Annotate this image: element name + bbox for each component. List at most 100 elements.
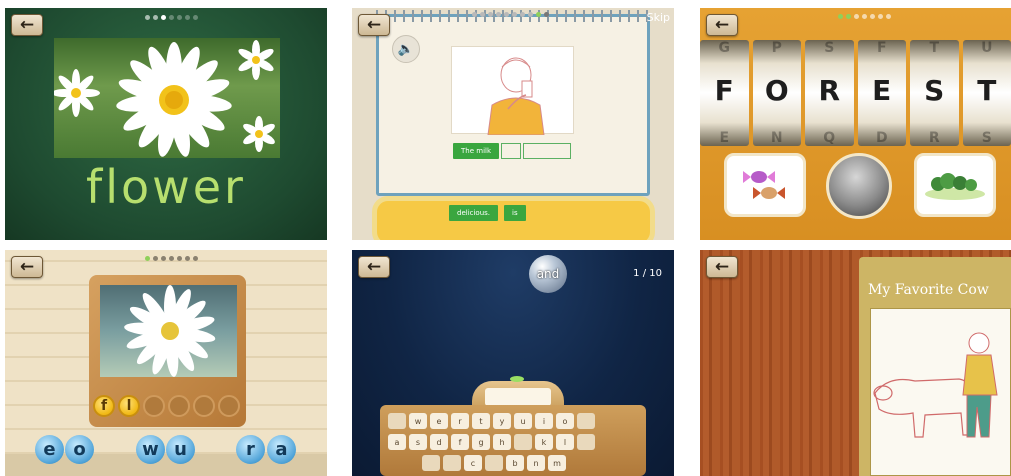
key[interactable]: u	[514, 413, 532, 429]
back-button[interactable]: ←	[358, 14, 390, 36]
page-dot	[480, 12, 485, 17]
page-dot	[193, 256, 198, 261]
letter-reel[interactable]: P O N	[752, 40, 801, 146]
letter-tile[interactable]: u	[166, 435, 195, 464]
keyboard-row: c v b n m	[422, 455, 566, 471]
key[interactable]: j	[514, 434, 532, 450]
letter-slot-empty[interactable]	[143, 395, 165, 417]
key[interactable]: o	[556, 413, 574, 429]
book-page	[870, 308, 1011, 476]
page-dot	[512, 12, 517, 17]
key[interactable]	[577, 434, 595, 450]
tray-word-chip[interactable]: is	[504, 205, 526, 221]
reel-letter-above: T	[929, 40, 940, 56]
key[interactable]: f	[451, 434, 469, 450]
key[interactable]: t	[472, 413, 490, 429]
back-button[interactable]: ←	[358, 256, 390, 278]
key[interactable]: g	[472, 434, 490, 450]
page-dot	[488, 12, 493, 17]
blank-slot[interactable]	[523, 143, 572, 159]
page-dot	[838, 14, 843, 19]
letter-slot-empty[interactable]	[168, 395, 190, 417]
key[interactable]: m	[548, 455, 566, 471]
key[interactable]: q	[388, 413, 406, 429]
tray-word-chip[interactable]: delicious.	[449, 205, 499, 221]
key[interactable]: r	[451, 413, 469, 429]
letter-tile[interactable]: w	[136, 435, 165, 464]
skip-button[interactable]: Skip	[647, 11, 670, 24]
reel-letter-below: D	[875, 130, 888, 146]
speaker-icon[interactable]: 🔈	[392, 35, 420, 63]
spelling-panel: ← f l e o w u r a	[5, 250, 327, 476]
page-dot	[854, 14, 859, 19]
blank-slot[interactable]	[501, 143, 522, 159]
flashcard-word: flower	[86, 160, 246, 214]
key[interactable]: k	[535, 434, 553, 450]
letter-reel[interactable]: T S R	[910, 40, 959, 146]
letter-slot-filled[interactable]: f	[93, 395, 115, 417]
letter-reel[interactable]: U T S	[962, 40, 1011, 146]
reel-letter-below: Q	[823, 130, 836, 146]
letter-slot-filled[interactable]: l	[118, 395, 140, 417]
letter-tile[interactable]: e	[35, 435, 64, 464]
letter-tile[interactable]: a	[267, 435, 296, 464]
key[interactable]: i	[535, 413, 553, 429]
page-dots	[145, 15, 198, 20]
back-button[interactable]: ←	[11, 256, 43, 278]
key[interactable]: p	[577, 413, 595, 429]
reel-letter: T	[977, 74, 997, 107]
key[interactable]: v	[485, 455, 503, 471]
back-button[interactable]: ←	[706, 256, 738, 278]
letter-slots: f l	[93, 395, 240, 417]
back-button[interactable]: ←	[11, 14, 43, 36]
key[interactable]: d	[430, 434, 448, 450]
page-dots	[145, 256, 198, 261]
reel-letter-above: F	[876, 40, 887, 56]
candy-icon	[743, 171, 785, 199]
page-dot	[145, 15, 150, 20]
reel-letter: F	[714, 74, 734, 107]
key[interactable]: n	[527, 455, 545, 471]
page-dot	[169, 256, 174, 261]
letter-reels: G F E P O N S R Q F E D T S R U T S	[700, 40, 1011, 146]
letter-tile[interactable]: r	[236, 435, 265, 464]
candy-choice-button[interactable]	[724, 153, 806, 217]
page-dot-current	[846, 14, 851, 19]
key[interactable]	[422, 455, 440, 471]
key[interactable]: s	[409, 434, 427, 450]
letter-reel-panel: ← G F E P O N S R Q F E D T S R U T S	[700, 8, 1011, 240]
key[interactable]: y	[493, 413, 511, 429]
sentence-word-chip[interactable]: The milk	[453, 143, 500, 159]
word-bubble[interactable]: and	[529, 255, 567, 293]
letter-reel[interactable]: S R Q	[805, 40, 854, 146]
letter-tile[interactable]: o	[65, 435, 94, 464]
letter-reel[interactable]: G F E	[700, 40, 749, 146]
page-dots	[472, 12, 549, 17]
tray-words: delicious. is	[449, 205, 526, 221]
page-dot	[886, 14, 891, 19]
reel-letter-above: P	[771, 40, 782, 56]
keyboard-panel: ← and 1 / 10 q w e r t y u i o p a s d f…	[352, 250, 674, 476]
page-dot	[169, 15, 174, 20]
key[interactable]: b	[506, 455, 524, 471]
letter-slot-empty[interactable]	[218, 395, 240, 417]
spin-round-button[interactable]	[826, 153, 892, 219]
back-button[interactable]: ←	[706, 14, 738, 36]
letter-slot-empty[interactable]	[193, 395, 215, 417]
reel-letter-below: R	[928, 130, 940, 146]
page-dots	[838, 14, 891, 19]
key[interactable]	[443, 455, 461, 471]
key[interactable]: a	[388, 434, 406, 450]
page-dot	[520, 12, 525, 17]
page-dot	[472, 12, 477, 17]
forest-choice-button[interactable]	[914, 153, 996, 217]
key[interactable]: w	[409, 413, 427, 429]
cow-and-boy-icon	[873, 332, 998, 438]
key[interactable]: l	[556, 434, 574, 450]
reel-letter: O	[764, 74, 789, 107]
key[interactable]: e	[430, 413, 448, 429]
key[interactable]: h	[493, 434, 511, 450]
key[interactable]: c	[464, 455, 482, 471]
page-dot	[504, 12, 509, 17]
letter-reel[interactable]: F E D	[857, 40, 906, 146]
